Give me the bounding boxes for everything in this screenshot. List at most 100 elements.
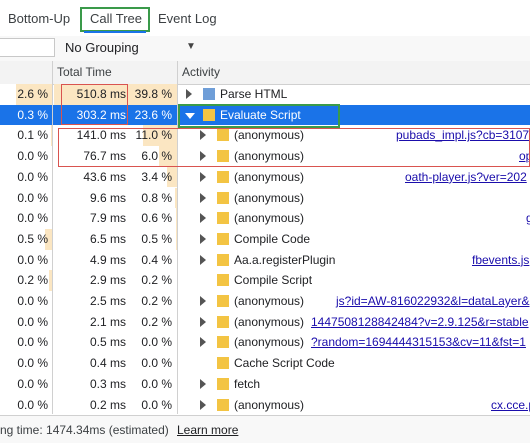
self-time-percent: 0.5 % — [17, 231, 48, 246]
total-time-ms: 0.4 ms — [89, 356, 126, 371]
table-row[interactable]: 0.0 % 2.1 ms 0.2 % (anonymous) 1447508128842… — [0, 311, 530, 333]
table-row[interactable]: 0.0 % 7.9 ms 0.6 % (anonymous) g — [0, 208, 530, 229]
category-color-icon — [203, 88, 215, 100]
total-time-ms: 2.9 ms — [89, 273, 126, 288]
total-time-percent: 0.2 % — [141, 294, 172, 308]
chevron-right-icon[interactable] — [200, 316, 206, 327]
self-time-percent: 0.0 % — [17, 356, 48, 371]
category-color-icon — [217, 336, 229, 349]
chevron-right-icon[interactable] — [200, 192, 206, 203]
source-link[interactable]: fbevents.js — [472, 253, 529, 267]
category-color-icon — [217, 377, 229, 390]
chevron-right-icon[interactable] — [200, 171, 206, 182]
total-time-ms: 4.9 ms — [89, 252, 126, 267]
active-tab-indicator — [84, 31, 146, 33]
category-color-icon — [217, 191, 229, 204]
activity-name: (anonymous) — [234, 211, 305, 226]
chevron-right-icon[interactable] — [200, 213, 206, 224]
total-time-status: ng time: 1474.34ms (estimated) — [0, 423, 169, 437]
self-time-percent: 0.1 % — [17, 128, 48, 143]
table-row[interactable]: 0.0 % 2.5 ms 0.2 % (anonymous) js?id=AW-8160… — [0, 291, 530, 312]
total-time-percent: 3.4 % — [141, 169, 172, 184]
column-divider[interactable] — [52, 61, 53, 414]
total-time-percent: 0.0 % — [141, 335, 172, 350]
activity-name: Compile Code — [234, 231, 311, 246]
chevron-right-icon[interactable] — [200, 233, 206, 244]
chevron-right-icon[interactable] — [200, 378, 206, 389]
table-row[interactable]: 0.0 % 4.9 ms 0.4 % Aa.a.registerPlugin fbeve… — [0, 249, 530, 271]
table-row[interactable]: 0.0 % 0.4 ms 0.0 % Cache Script Code — [0, 353, 530, 374]
self-time-percent: 0.0 % — [17, 190, 48, 205]
self-time-percent: 0.0 % — [17, 169, 48, 184]
column-total-time[interactable]: Total Time — [57, 65, 112, 79]
self-time-percent: 0.2 % — [17, 273, 48, 288]
total-time-ms: 43.6 ms — [83, 169, 126, 184]
total-time-percent: 0.8 % — [141, 190, 172, 205]
self-time-percent: 0.0 % — [17, 335, 48, 350]
table-row[interactable]: 0.0 % 0.5 ms 0.0 % (anonymous) ?random=16944… — [0, 332, 530, 354]
table-row[interactable]: 0.0 % 9.6 ms 0.8 % (anonymous) — [0, 187, 530, 209]
total-time-percent: 39.8 % — [134, 87, 172, 101]
tab-event-log[interactable]: Event Log — [158, 9, 217, 29]
total-time-ms: 9.6 ms — [89, 190, 126, 205]
table-row[interactable]: 0.2 % 2.9 ms 0.2 % Compile Script — [0, 270, 530, 291]
chevron-right-icon[interactable] — [200, 254, 206, 265]
evaluate-script-highlight-annotation — [178, 104, 340, 128]
total-time-ms: 0.2 ms — [89, 397, 126, 412]
total-time-highlight-annotation — [61, 84, 128, 125]
activity-name: (anonymous) — [234, 190, 305, 205]
tab-bottom-up[interactable]: Bottom-Up — [8, 9, 70, 29]
category-color-icon — [217, 170, 229, 183]
activity-name: Cache Script Code — [234, 356, 335, 371]
source-link[interactable]: oath-player.js?ver=202 — [405, 170, 527, 184]
table-row[interactable]: 0.0 % 0.3 ms 0.0 % fetch — [0, 373, 530, 395]
activity-name: fetch — [234, 376, 261, 391]
self-time-percent: 0.0 % — [17, 397, 48, 412]
activity-name: (anonymous) — [234, 397, 305, 412]
self-time-percent: 0.0 % — [17, 149, 48, 164]
chevron-right-icon[interactable] — [186, 89, 192, 99]
activity-name: (anonymous) — [234, 335, 305, 350]
chevron-right-icon[interactable] — [200, 399, 206, 410]
total-time-ms: 7.9 ms — [89, 211, 126, 226]
activity-name: Compile Script — [234, 273, 313, 288]
chevron-right-icon[interactable] — [200, 296, 206, 306]
total-time-ms: 0.5 ms — [89, 335, 126, 350]
self-time-percent: 0.0 % — [17, 376, 48, 391]
activity-name: (anonymous) — [234, 294, 305, 308]
activity-name: (anonymous) — [234, 314, 305, 329]
total-time-percent: 0.0 % — [141, 356, 172, 371]
toolbar: No Grouping ▼ — [0, 36, 530, 62]
tab-bar: Bottom-Up Call Tree Event Log — [0, 0, 530, 37]
source-link[interactable]: 1447508128842484?v=2.9.125&r=stable — [311, 315, 529, 329]
filter-input[interactable] — [0, 38, 55, 57]
self-time-percent: 0.0 % — [17, 252, 48, 267]
source-link[interactable]: cx.cce.p — [491, 398, 530, 412]
learn-more-link[interactable]: Learn more — [177, 423, 238, 437]
total-time-ms: 2.1 ms — [89, 314, 126, 329]
source-link[interactable]: js?id=AW-816022932&l=dataLayer& — [336, 294, 529, 308]
category-color-icon — [217, 212, 229, 225]
source-link[interactable]: g — [526, 211, 530, 225]
source-link[interactable]: ?random=1694444315153&cv=11&fst=1 — [311, 335, 526, 349]
category-color-icon — [217, 398, 229, 411]
total-time-ms: 0.3 ms — [89, 376, 126, 391]
activity-name: Aa.a.registerPlugin — [234, 252, 336, 267]
activity-name: Parse HTML — [220, 87, 288, 101]
column-activity[interactable]: Activity — [182, 65, 220, 79]
self-time-percent: 0.0 % — [17, 314, 48, 329]
grouping-select[interactable]: No Grouping — [65, 40, 139, 55]
table-row[interactable]: 0.5 % 6.5 ms 0.5 % Compile Code — [0, 228, 530, 250]
table-row[interactable]: 0.0 % 0.2 ms 0.0 % (anonymous) cx.cce.p — [0, 394, 530, 414]
total-time-ms: 6.5 ms — [89, 231, 126, 246]
self-time-percent: 0.0 % — [17, 211, 48, 226]
table-row[interactable]: 0.0 % 43.6 ms 3.4 % (anonymous) oath-player.… — [0, 166, 530, 188]
total-time-ms: 2.5 ms — [89, 294, 126, 308]
chevron-right-icon[interactable] — [200, 337, 206, 348]
self-time-percent: 0.0 % — [17, 294, 48, 308]
status-bar: ng time: 1474.34ms (estimated) Learn mor… — [0, 415, 530, 443]
chevron-down-icon[interactable]: ▼ — [186, 41, 196, 52]
total-time-percent: 0.6 % — [141, 211, 172, 226]
category-color-icon — [217, 253, 229, 266]
activity-name: (anonymous) — [234, 169, 305, 184]
